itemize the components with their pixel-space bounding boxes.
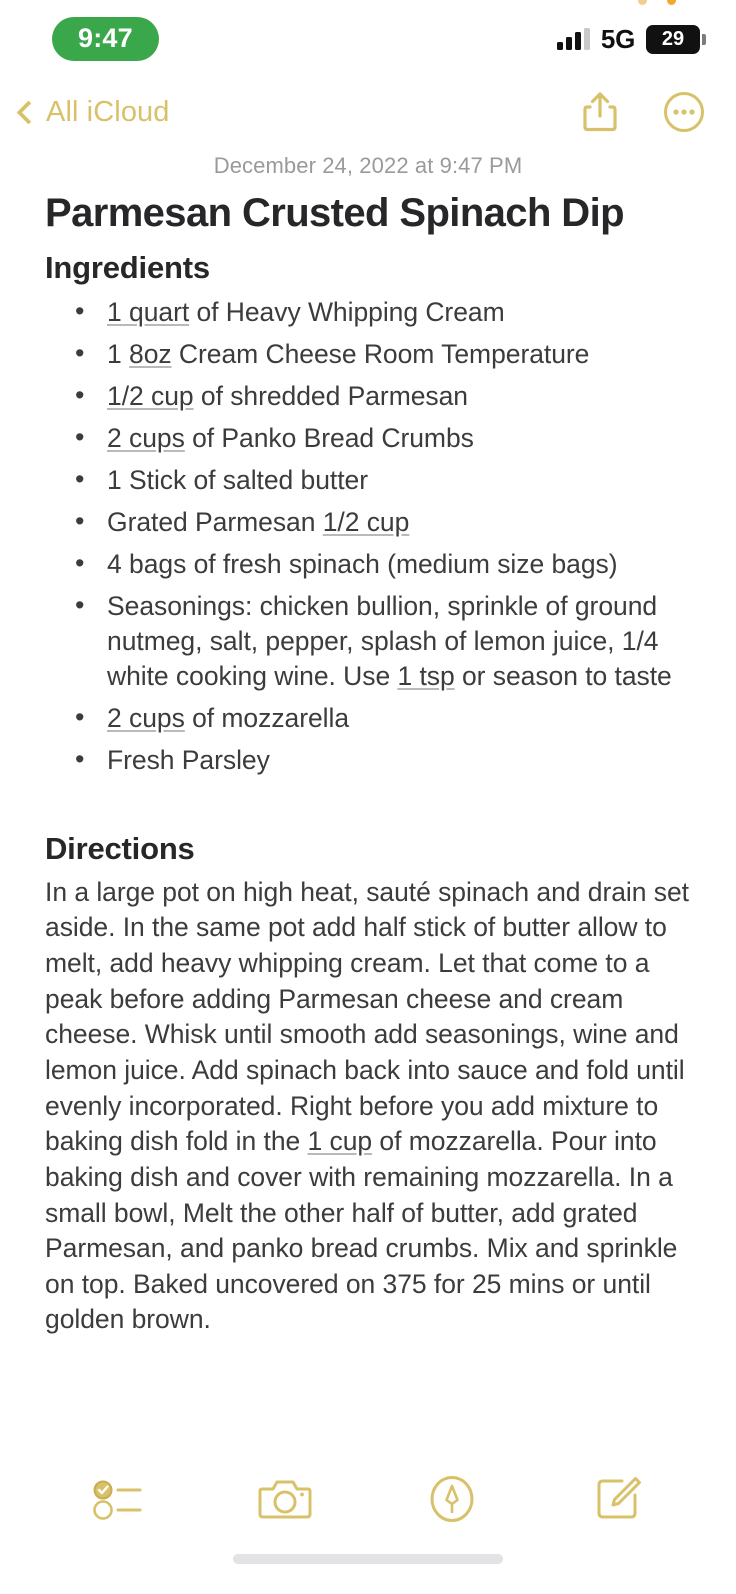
ingredient-text: Cream Cheese Room Temperature [171, 338, 590, 369]
camera-button[interactable] [250, 1464, 320, 1534]
measurement-link[interactable]: 2 cups [107, 423, 185, 453]
camera-icon [258, 1480, 311, 1519]
measurement-link[interactable]: 1 quart [107, 297, 189, 327]
home-indicator-area [0, 1554, 736, 1594]
home-indicator[interactable] [233, 1554, 503, 1564]
ingredient-text: 1 Stick of salted butter [107, 464, 368, 495]
ingredient-text: of Heavy Whipping Cream [189, 296, 505, 327]
ingredient-text: Fresh Parsley [107, 744, 270, 775]
measurement-link[interactable]: 8oz [129, 339, 172, 369]
ingredient-item: 1 Stick of salted butter [45, 462, 691, 498]
ingredient-item: Grated Parmesan 1/2 cup [45, 504, 691, 540]
measurement-link[interactable]: 1 cup [308, 1126, 373, 1156]
ingredient-item: 2 cups of mozzarella [45, 700, 691, 736]
directions-heading: Directions [45, 830, 195, 866]
share-button[interactable] [578, 90, 622, 134]
chevron-left-icon [16, 99, 41, 125]
checklist-icon [92, 1480, 141, 1520]
measurement-link[interactable]: 2 cups [107, 703, 185, 733]
bottom-toolbar [0, 1444, 736, 1554]
battery-nub-icon [702, 33, 706, 45]
note-date: December 24, 2022 at 9:47 PM [213, 153, 523, 178]
ingredient-text: of Panko Bread Crumbs [184, 422, 474, 453]
nav-actions [578, 90, 706, 134]
ingredient-text: Grated Parmesan [107, 506, 323, 537]
ingredient-item: 4 bags of fresh spinach (medium size bag… [45, 546, 691, 582]
recording-time-pill[interactable]: 9:47 [52, 17, 159, 61]
privacy-indicator-dot [638, 0, 676, 5]
ingredients-heading: Ingredients [45, 249, 210, 285]
directions-paragraph: In a large pot on high heat, sauté spina… [45, 875, 691, 1338]
ingredient-text: of mozzarella [184, 702, 350, 733]
note-content[interactable]: Parmesan Crusted Spinach Dip Ingredients… [0, 191, 736, 1444]
back-button-label: All iCloud [46, 95, 170, 128]
share-icon [583, 92, 617, 132]
more-ellipsis-icon [664, 92, 704, 132]
ingredient-item: Fresh Parsley [45, 742, 691, 778]
battery-indicator: 29 [646, 24, 706, 54]
compose-button[interactable] [584, 1464, 654, 1534]
measurement-link[interactable]: 1/2 cup [107, 381, 194, 411]
ingredient-item: 2 cups of Panko Bread Crumbs [45, 420, 691, 456]
status-bar-right: 5G 29 [556, 0, 706, 55]
ingredients-list: 1 quart of Heavy Whipping Cream 1 8oz Cre… [45, 294, 691, 778]
battery-level-label: 29 [646, 24, 700, 54]
ingredient-item: 1/2 cup of shredded Parmesan [45, 378, 691, 414]
cellular-bars-icon [556, 28, 590, 50]
markup-pen-icon [430, 1476, 473, 1522]
more-options-button[interactable] [662, 90, 706, 134]
directions-text: In a large pot on high heat, sauté spina… [45, 876, 689, 1157]
ingredient-item: Seasonings: chicken bullion, sprinkle of… [45, 588, 691, 694]
ingredient-item: 1 8oz Cream Cheese Room Temperature [45, 336, 691, 372]
ingredient-item: 1 quart of Heavy Whipping Cream [45, 294, 691, 330]
ingredient-text: 4 bags of fresh spinach (medium size bag… [107, 548, 618, 579]
status-bar: 9:47 5G 29 [0, 0, 736, 78]
network-type-label: 5G [600, 23, 635, 54]
back-button[interactable]: All iCloud [16, 96, 170, 129]
note-title: Parmesan Crusted Spinach Dip [45, 191, 625, 235]
ingredient-text: or season to taste [454, 660, 672, 691]
checklist-button[interactable] [83, 1464, 153, 1534]
measurement-link[interactable]: 1/2 cup [323, 507, 410, 537]
ingredient-text: 1 [107, 338, 130, 369]
markup-button[interactable] [417, 1464, 487, 1534]
compose-icon [597, 1477, 641, 1519]
directions-text: of mozzarella. Pour into baking dish and… [45, 1126, 678, 1335]
nav-bar: All iCloud [0, 78, 736, 146]
measurement-link[interactable]: 1 tsp [397, 661, 454, 691]
ingredient-text: of shredded Parmesan [193, 380, 468, 411]
